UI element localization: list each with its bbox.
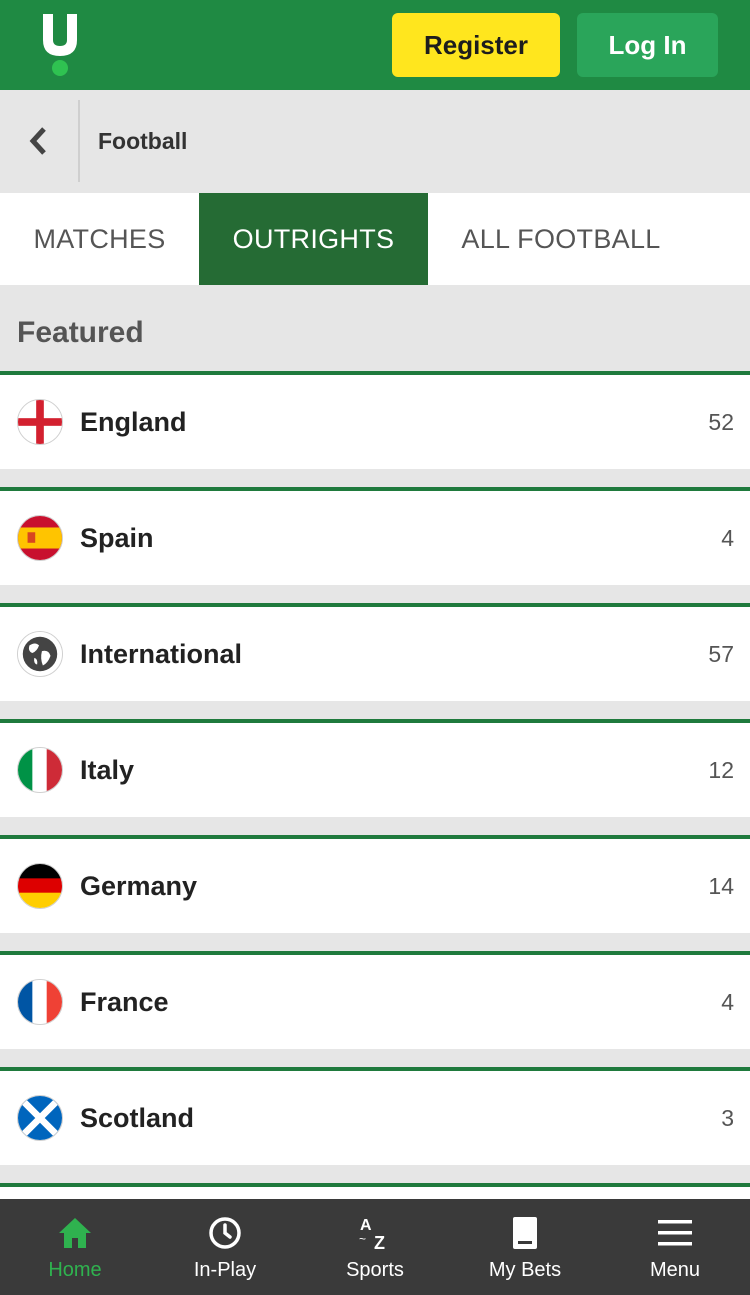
hamburger-icon: [657, 1215, 693, 1251]
list-item-international[interactable]: International 57: [0, 603, 750, 701]
list-item-count: 14: [708, 872, 734, 899]
list-item-count: 12: [708, 756, 734, 783]
italy-flag-icon: [17, 747, 63, 793]
nav-sports[interactable]: A ~ Z Sports: [300, 1199, 450, 1295]
unibet-logo[interactable]: [40, 12, 80, 78]
tab-bar: MATCHES OUTRIGHTS ALL FOOTBALL: [0, 193, 750, 285]
bottom-nav: Home In-Play A ~ Z Sports My Bets Menu: [0, 1199, 750, 1295]
login-button[interactable]: Log In: [577, 13, 718, 77]
nav-label: Sports: [346, 1259, 404, 1281]
tab-all-football[interactable]: ALL FOOTBALL: [428, 193, 694, 285]
list-item-label: Scotland: [80, 1102, 195, 1133]
nav-home[interactable]: Home: [0, 1199, 150, 1295]
germany-flag-icon: [17, 863, 63, 909]
top-header: Register Log In: [0, 0, 750, 90]
clock-icon: [207, 1215, 243, 1251]
list-item-italy[interactable]: Italy 12: [0, 719, 750, 817]
list-item-count: 57: [708, 640, 734, 667]
england-flag-icon: [17, 399, 63, 445]
breadcrumb: Football: [0, 90, 750, 193]
list-item-scotland[interactable]: Scotland 3: [0, 1067, 750, 1165]
list-item-spain[interactable]: Spain 4: [0, 487, 750, 585]
list-item-count: 52: [708, 408, 734, 435]
register-button[interactable]: Register: [392, 13, 560, 77]
scotland-flag-icon: [17, 1095, 63, 1141]
nav-label: Home: [48, 1259, 102, 1281]
nav-label: Menu: [649, 1259, 701, 1281]
list-item-label: Germany: [80, 870, 198, 901]
tab-matches[interactable]: MATCHES: [0, 193, 199, 285]
tab-outrights[interactable]: OUTRIGHTS: [199, 193, 428, 285]
chevron-left-icon: [29, 127, 46, 155]
nav-label: My Bets: [488, 1259, 562, 1281]
featured-heading: Featured: [17, 316, 144, 349]
svg-text:Z: Z: [374, 1233, 385, 1251]
nav-menu[interactable]: Menu: [600, 1199, 750, 1295]
nav-in-play[interactable]: In-Play: [150, 1199, 300, 1295]
spain-flag-icon: [17, 515, 63, 561]
list-item-france[interactable]: France 4: [0, 951, 750, 1049]
betslip-icon: [507, 1215, 543, 1251]
svg-text:~: ~: [359, 1232, 366, 1246]
page-title: Football: [98, 128, 188, 154]
list-item-label: Italy: [80, 754, 135, 785]
list-item-count: 4: [721, 988, 734, 1015]
france-flag-icon: [17, 979, 63, 1025]
list-item-count: 4: [721, 524, 734, 551]
az-icon: A ~ Z: [357, 1215, 393, 1251]
list-item-label: France: [80, 986, 169, 1017]
list-item-label: England: [80, 406, 187, 437]
nav-my-bets[interactable]: My Bets: [450, 1199, 600, 1295]
globe-icon: [17, 631, 63, 677]
list-item-label: International: [80, 638, 243, 669]
home-icon: [57, 1215, 93, 1251]
list-item-germany[interactable]: Germany 14: [0, 835, 750, 933]
list-item-label: Spain: [80, 522, 154, 553]
nav-label: In-Play: [193, 1259, 257, 1281]
back-button[interactable]: [0, 100, 80, 182]
list-item-count: 3: [721, 1104, 734, 1131]
list-item-england[interactable]: England 52: [0, 371, 750, 469]
